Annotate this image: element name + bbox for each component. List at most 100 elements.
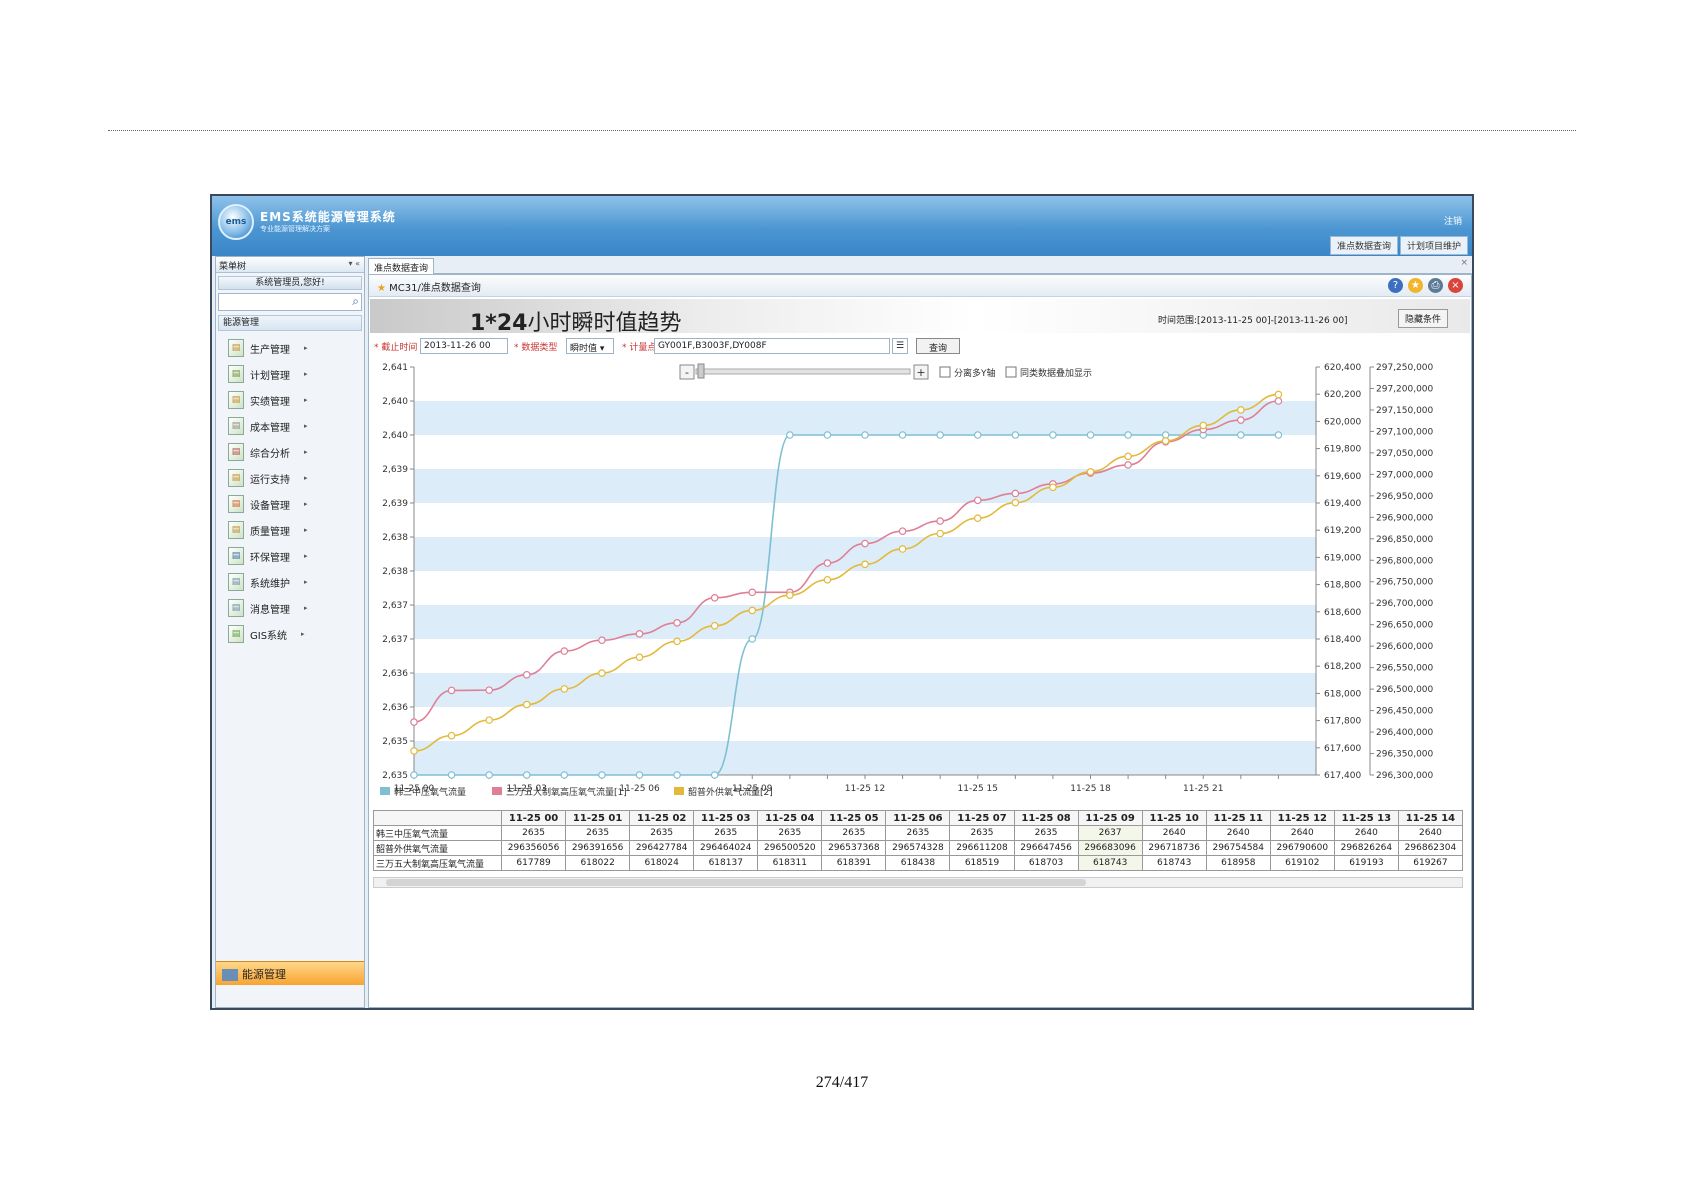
x-tick-label: 11-25 12 — [845, 784, 885, 794]
y-right2-tick-label: 296,800,000 — [1376, 556, 1434, 566]
sidebar-bottom-tab[interactable]: 能源管理 — [216, 961, 364, 985]
y-left-tick-label: 2,636 — [382, 669, 408, 679]
data-point — [710, 593, 719, 602]
data-point — [635, 771, 644, 779]
data-point — [1011, 431, 1020, 439]
content-panel: ★ MC31/准点数据查询 ? ★ ⎙ × 1*24小时瞬时值趋势 时间范围:[… — [368, 274, 1472, 1008]
y-right1-tick-label: 620,200 — [1324, 390, 1361, 400]
data-point — [823, 559, 832, 567]
table-header-cell: 11-25 10 — [1141, 810, 1207, 826]
grid-band — [414, 503, 1316, 537]
toolbar-icons: ? ★ ⎙ × — [1388, 278, 1463, 293]
search-icon[interactable]: ⌕ — [352, 294, 359, 309]
table-cell: 296754584 — [1205, 840, 1271, 856]
data-point — [1161, 437, 1170, 445]
grid-band — [414, 571, 1316, 605]
menu-item-icon: ▤ — [228, 625, 244, 643]
sidebar-item-0[interactable]: ▤ 生产管理 ▸ — [216, 335, 364, 361]
help-icon[interactable]: ? — [1388, 278, 1403, 293]
table-scrollbar[interactable] — [373, 877, 1463, 888]
table-cell: 618311 — [757, 855, 823, 871]
data-point — [973, 514, 982, 522]
point-label: * 计量点 — [622, 343, 657, 353]
top-button-data-query[interactable]: 准点数据查询 — [1329, 236, 1398, 255]
sidebar-item-8[interactable]: ▤ 环保管理 ▸ — [216, 543, 364, 569]
y-right1-tick-label: 618,600 — [1324, 608, 1361, 618]
y-right2-tick-label: 296,350,000 — [1376, 750, 1434, 760]
y-left-tick-label: 2,639 — [382, 499, 408, 509]
table-row: 韩三中压氧气流量 2635 2635 2635 2635 2635 2635 2635 2635… — [373, 825, 1463, 841]
sidebar-item-10[interactable]: ▤ 消息管理 ▸ — [216, 595, 364, 621]
data-table: 11-25 00 11-25 01 11-25 02 11-25 03 11-25 04… — [373, 810, 1463, 871]
print-icon[interactable]: ⎙ — [1428, 278, 1443, 293]
point-picker-icon[interactable]: ☰ — [892, 338, 908, 354]
sidebar-item-7[interactable]: ▤ 质量管理 ▸ — [216, 517, 364, 543]
sidebar-item-4[interactable]: ▤ 综合分析 ▸ — [216, 439, 364, 465]
query-button[interactable]: 查询 — [916, 338, 961, 354]
sidebar-item-5[interactable]: ▤ 运行支持 ▸ — [216, 465, 364, 491]
y-right2-tick-label: 297,100,000 — [1376, 427, 1434, 437]
sidebar-item-label: 实绩管理 — [250, 396, 290, 408]
data-point — [1124, 452, 1132, 461]
sidebar-item-label: 综合分析 — [250, 448, 290, 460]
data-point — [973, 496, 982, 505]
logout-link[interactable]: 注销 — [1444, 214, 1462, 227]
table-header-cell: 11-25 07 — [949, 810, 1015, 826]
sidebar-header-label: 菜单树 — [219, 262, 247, 272]
legend-swatch — [674, 787, 684, 795]
data-point — [898, 545, 907, 553]
hide-conditions-button[interactable]: 隐藏条件 — [1398, 309, 1449, 328]
sidebar-item-11[interactable]: ▤ GIS系统 ▸ — [216, 621, 364, 647]
grid-band — [414, 673, 1316, 707]
table-cell: 2640 — [1205, 825, 1271, 841]
grid-band — [414, 707, 1316, 741]
data-type-select[interactable]: 瞬时值 ▾ — [566, 338, 614, 354]
app-window: ems EMS系统能源管理系统 专业能源管理解决方案 注销 准点数据查询 计划项… — [210, 194, 1474, 1010]
chevron-right-icon: ▸ — [304, 500, 308, 508]
table-cell: 2640 — [1397, 825, 1463, 841]
data-type-label: * 数据类型 — [514, 343, 558, 353]
data-point — [1086, 431, 1095, 439]
end-time-input[interactable]: 2013-11-26 00 — [420, 338, 508, 354]
sidebar-item-9[interactable]: ▤ 系统维护 ▸ — [216, 569, 364, 595]
end-time-label-text: 截止时间 — [381, 343, 418, 353]
data-point — [1237, 416, 1245, 424]
breadcrumb-text: MC31/准点数据查询 — [389, 283, 481, 294]
chart-area: - + 分离多Y轴 同类数据叠加显示 2,641 2,640 2,640 2,639 2,639… — [370, 359, 1470, 799]
table-cell: 296790600 — [1269, 840, 1335, 856]
data-point — [936, 431, 944, 439]
y-left-tick-label: 2,640 — [382, 397, 408, 407]
scrollbar-thumb[interactable] — [386, 879, 1086, 886]
sidebar-search-input[interactable]: ⌕ — [218, 293, 362, 311]
point-input[interactable]: GY001F,B3003F,DY008F — [654, 338, 890, 354]
sidebar-item-1[interactable]: ▤ 计划管理 ▸ — [216, 361, 364, 387]
data-point — [973, 431, 982, 439]
sidebar-item-2[interactable]: ▤ 实绩管理 ▸ — [216, 387, 364, 413]
star-icon[interactable]: ★ — [1408, 278, 1423, 293]
close-icon[interactable]: × — [1448, 278, 1463, 293]
table-cell: 2640 — [1141, 825, 1207, 841]
legend-label: 韶普外供氧气流量[2] — [688, 786, 773, 798]
legend-swatch — [492, 787, 502, 795]
y-right1-tick-label: 619,400 — [1324, 499, 1361, 509]
sidebar-item-label: 计划管理 — [250, 370, 290, 382]
sidebar-item-6[interactable]: ▤ 设备管理 ▸ — [216, 491, 364, 517]
tab-data-query[interactable]: 准点数据查询 — [368, 258, 435, 274]
top-button-plan-maintain[interactable]: 计划项目维护 — [1399, 236, 1468, 255]
data-point — [560, 771, 569, 779]
data-point — [861, 560, 869, 569]
sidebar-group-title[interactable]: 能源管理 — [218, 315, 362, 331]
sidebar-item-label: 生产管理 — [250, 344, 290, 356]
legend-label: 韩三中压氧气流量 — [394, 786, 466, 798]
tab-close-icon[interactable]: × — [1460, 258, 1468, 268]
collapse-icon[interactable]: ▾ « — [349, 259, 360, 268]
chevron-right-icon: ▸ — [304, 448, 308, 456]
table-cell: 618137 — [693, 855, 759, 871]
data-point — [485, 771, 493, 779]
sidebar-item-3[interactable]: ▤ 成本管理 ▸ — [216, 413, 364, 439]
table-header-cell: 11-25 02 — [629, 810, 695, 826]
y-right2-tick-label: 296,500,000 — [1376, 685, 1434, 695]
table-header-cell: 11-25 05 — [821, 810, 887, 826]
legend-label: 三万五大制氧高压氧气流量[1] — [506, 786, 627, 798]
y-left-tick-label: 2,638 — [382, 533, 408, 543]
